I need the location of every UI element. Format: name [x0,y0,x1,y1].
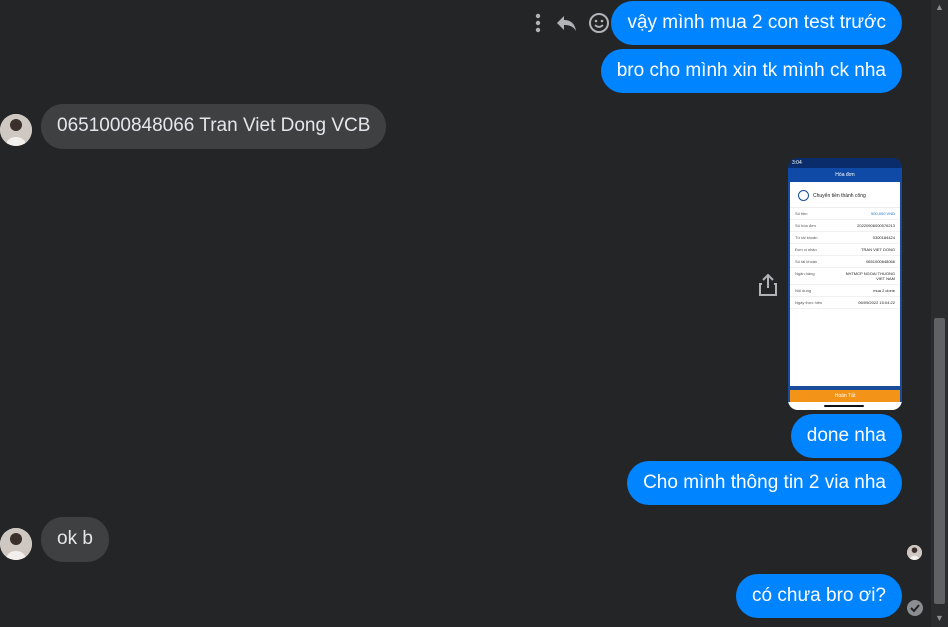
receipt-status-bar: 3:04 [788,158,902,168]
contact-avatar[interactable] [0,528,32,560]
receipt-title: Hóa đơn [788,168,902,182]
receipt-row: Ngày thực hiện 06/09/2022 15:04:22 [790,297,900,309]
receipt-card: Chuyển tiền thành công Số tiền 500,000 VN… [790,182,900,386]
message-bubble-incoming[interactable]: ok b [41,517,109,562]
reply-icon[interactable] [554,13,578,38]
receipt-row: Nội dung mua 2 clone [790,285,900,297]
receipt-row: Số tài khoản 0651000848066 [790,256,900,268]
message-bubble-incoming[interactable]: 0651000848066 Tran Viet Dong VCB [41,104,387,149]
scroll-thumb[interactable] [934,318,945,604]
receipt-row: Từ tài khoản 0300184424 [790,232,900,244]
receipt-success-text: Chuyển tiền thành công [813,192,866,199]
message-bubble-outgoing[interactable]: bro cho mình xin tk mình ck nha [600,49,902,93]
message-bubble-outgoing[interactable]: vậy mình mua 2 con test trước [611,1,902,45]
scroll-down-icon[interactable]: ▼ [935,613,944,623]
receipt-row-value: 0300184424 [872,235,895,240]
receipt-row-label: Số hóa đơn [795,223,816,228]
scroll-up-icon[interactable]: ▲ [935,2,944,12]
receipt-row-value: 06/09/2022 15:04:22 [858,300,895,305]
receipt-row-label: Ngày thực hiện [795,300,823,305]
receipt-row-label: Số tài khoản [795,259,818,264]
check-circle-icon [798,190,809,201]
receipt-row-label: Nội dung [795,288,812,293]
receipt-home-area [788,402,902,410]
react-emoji-icon[interactable] [588,12,610,39]
more-options-icon[interactable] [532,12,544,39]
receipt-row-label: Số tiền [795,211,808,216]
receipt-row-label: Từ tài khoản [795,235,818,240]
receipt-success: Chuyển tiền thành công [790,182,900,208]
contact-avatar[interactable] [0,114,32,146]
message-bubble-outgoing[interactable]: done nha [790,414,902,458]
delivered-check-icon [906,599,924,622]
receipt-row-value: 20220906000576213 [857,223,895,228]
share-icon[interactable] [758,273,778,302]
receipt-row: Ngân hàng NHTMCP NGOAI THUONG VIET NAM [790,268,900,285]
receipt-row-value: 500,000 VND [870,211,895,216]
receipt-done-button: Hoàn Tất [790,390,900,402]
receipt-row-label: Đơn vị nhận [795,247,817,252]
receipt-row-value: mua 2 clone [873,288,895,293]
message-bubble-outgoing[interactable]: có chưa bro ơi? [736,574,902,618]
home-indicator [824,405,864,407]
message-actions [532,12,610,39]
message-bubble-outgoing[interactable]: Cho mình thông tin 2 via nha [627,461,902,505]
receipt-row-label: Ngân hàng [795,271,815,276]
scrollbar[interactable]: ▲ ▼ [931,0,948,627]
receipt-row: Đơn vị nhận TRAN VIET DONG [790,244,900,256]
receipt-row-value: 0651000848066 [866,259,895,264]
seen-avatar [907,545,922,560]
receipt-row-value: TRAN VIET DONG [861,247,895,252]
receipt-row: Số hóa đơn 20220906000576213 [790,220,900,232]
receipt-row: Số tiền 500,000 VND [790,208,900,220]
transfer-receipt-image[interactable]: 3:04 Hóa đơn Chuyển tiền thành công Số t… [788,158,902,410]
receipt-row-value: NHTMCP NGOAI THUONG VIET NAM [845,271,895,281]
